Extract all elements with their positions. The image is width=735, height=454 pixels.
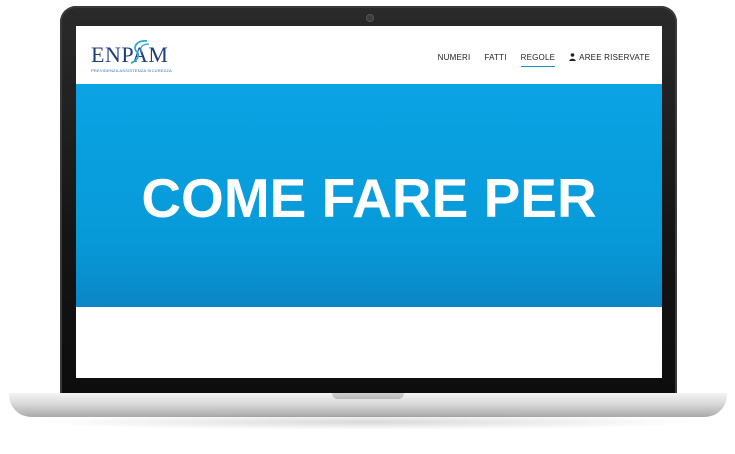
hero-banner: COME FARE PER xyxy=(76,84,662,307)
site-header: ENPAM PREVIDENZA ASSISTENZA SICUREZZA NU… xyxy=(76,26,662,84)
laptop-screen: ENPAM PREVIDENZA ASSISTENZA SICUREZZA NU… xyxy=(76,26,662,378)
nav-item-numeri[interactable]: NUMERI xyxy=(438,53,471,62)
nav-item-aree-riservate-label: AREE RISERVATE xyxy=(579,53,650,62)
hero-title: COME FARE PER xyxy=(141,167,597,229)
laptop-base-notch xyxy=(332,393,404,399)
logo-swoosh-icon xyxy=(130,40,150,64)
user-icon xyxy=(569,53,576,61)
laptop-shadow xyxy=(30,414,706,430)
site-logo[interactable]: ENPAM PREVIDENZA ASSISTENZA SICUREZZA xyxy=(91,40,173,76)
nav-item-regole[interactable]: REGOLE xyxy=(520,53,556,67)
nav-item-fatti[interactable]: FATTI xyxy=(484,53,506,62)
webcam xyxy=(366,14,374,22)
nav-item-aree-riservate[interactable]: AREE RISERVATE xyxy=(569,53,650,62)
logo-tagline: PREVIDENZA ASSISTENZA SICUREZZA xyxy=(91,68,172,73)
main-nav: NUMERI FATTI REGOLE AREE RISERVATE xyxy=(438,53,650,67)
